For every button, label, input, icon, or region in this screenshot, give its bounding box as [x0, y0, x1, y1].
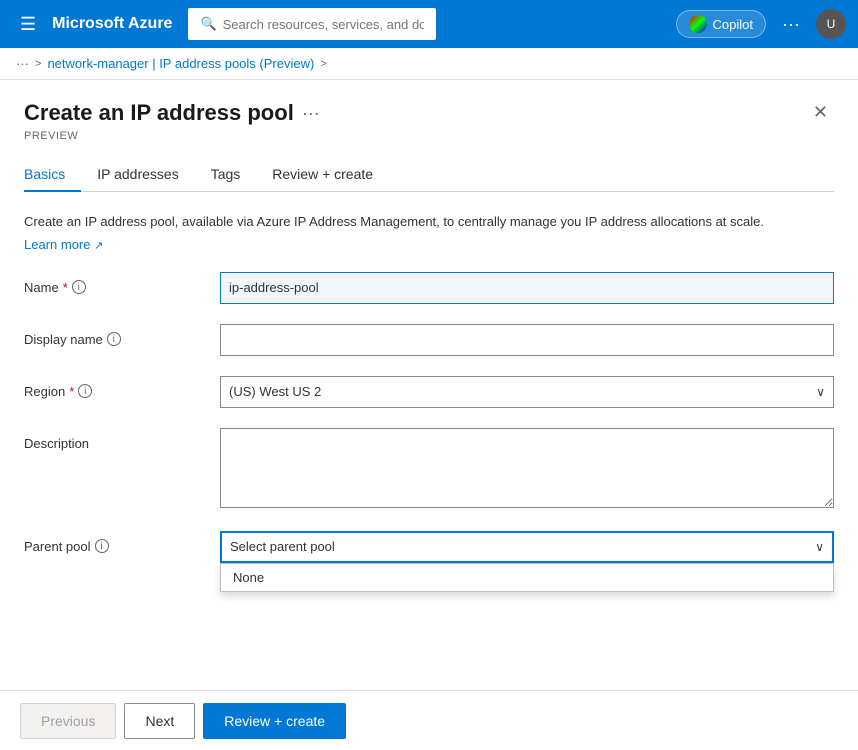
tab-basics[interactable]: Basics [24, 158, 81, 192]
form-section: Name * i Display name i Region * i [24, 272, 834, 563]
display-name-control [220, 324, 834, 356]
review-create-button[interactable]: Review + create [203, 703, 346, 739]
name-control [220, 272, 834, 304]
display-name-input[interactable] [220, 324, 834, 356]
nav-more-button[interactable]: ··· [774, 10, 808, 39]
avatar[interactable]: U [816, 9, 846, 39]
tab-tags[interactable]: Tags [195, 158, 257, 192]
name-label: Name * i [24, 272, 204, 295]
close-button[interactable]: ✕ [807, 100, 834, 125]
region-chevron-icon: ∨ [816, 385, 825, 399]
parent-pool-chevron-icon: ∨ [815, 540, 824, 554]
search-icon: 🔍 [200, 16, 216, 32]
parent-pool-select[interactable]: Select parent pool ∨ [220, 531, 834, 563]
description-input[interactable] [220, 428, 834, 508]
parent-pool-row: Parent pool i Select parent pool ∨ None [24, 531, 834, 563]
page-title-area: Create an IP address pool ··· [24, 100, 320, 126]
parent-pool-dropdown: None [220, 563, 834, 592]
display-name-label: Display name i [24, 324, 204, 347]
dropdown-item-none[interactable]: None [221, 564, 833, 591]
description-label: Description [24, 428, 204, 451]
tab-ip-addresses[interactable]: IP addresses [81, 158, 194, 192]
next-button[interactable]: Next [124, 703, 195, 739]
learn-more-link[interactable]: Learn more ↗ [24, 237, 103, 252]
search-input[interactable] [223, 17, 424, 32]
region-required: * [69, 384, 74, 399]
name-info-icon[interactable]: i [72, 280, 86, 294]
region-control: (US) West US 2 ∨ [220, 376, 834, 408]
page-header: Create an IP address pool ··· ✕ [24, 100, 834, 126]
external-link-icon: ↗ [94, 240, 103, 252]
page-title-more-button[interactable]: ··· [302, 103, 320, 124]
region-select[interactable]: (US) West US 2 ∨ [220, 376, 834, 408]
region-value: (US) West US 2 [229, 384, 321, 399]
page-subtitle: PREVIEW [24, 130, 834, 142]
tabs: Basics IP addresses Tags Review + create [24, 158, 834, 192]
search-bar[interactable]: 🔍 [188, 8, 436, 40]
description-control [220, 428, 834, 511]
name-row: Name * i [24, 272, 834, 304]
region-info-icon[interactable]: i [78, 384, 92, 398]
parent-pool-info-icon[interactable]: i [95, 539, 109, 553]
breadcrumb: ··· > network-manager | IP address pools… [0, 48, 858, 80]
parent-pool-label: Parent pool i [24, 531, 204, 554]
display-name-row: Display name i [24, 324, 834, 356]
name-required: * [63, 280, 68, 295]
footer: Previous Next Review + create [0, 690, 858, 750]
breadcrumb-chevron-1: > [35, 58, 41, 70]
copilot-label: Copilot [713, 17, 753, 32]
copilot-button[interactable]: Copilot [676, 10, 766, 38]
description-text: Create an IP address pool, available via… [24, 212, 834, 232]
breadcrumb-link-1[interactable]: network-manager | IP address pools (Prev… [47, 56, 314, 71]
brand-name: Microsoft Azure [52, 15, 172, 33]
name-input[interactable] [220, 272, 834, 304]
copilot-icon [689, 15, 707, 33]
page-title: Create an IP address pool [24, 100, 294, 126]
display-name-info-icon[interactable]: i [107, 332, 121, 346]
main-content: Create an IP address pool ··· ✕ PREVIEW … [0, 80, 858, 745]
breadcrumb-chevron-2: > [320, 58, 326, 70]
previous-button: Previous [20, 703, 116, 739]
tab-review-create[interactable]: Review + create [256, 158, 389, 192]
parent-pool-placeholder: Select parent pool [230, 539, 335, 554]
description-row: Description [24, 428, 834, 511]
region-label: Region * i [24, 376, 204, 399]
parent-pool-control: Select parent pool ∨ None [220, 531, 834, 563]
breadcrumb-ellipsis[interactable]: ··· [16, 56, 29, 71]
hamburger-menu[interactable]: ☰ [12, 10, 44, 39]
region-row: Region * i (US) West US 2 ∨ [24, 376, 834, 408]
top-nav: ☰ Microsoft Azure 🔍 Copilot ··· U [0, 0, 858, 48]
avatar-initial: U [827, 17, 836, 31]
